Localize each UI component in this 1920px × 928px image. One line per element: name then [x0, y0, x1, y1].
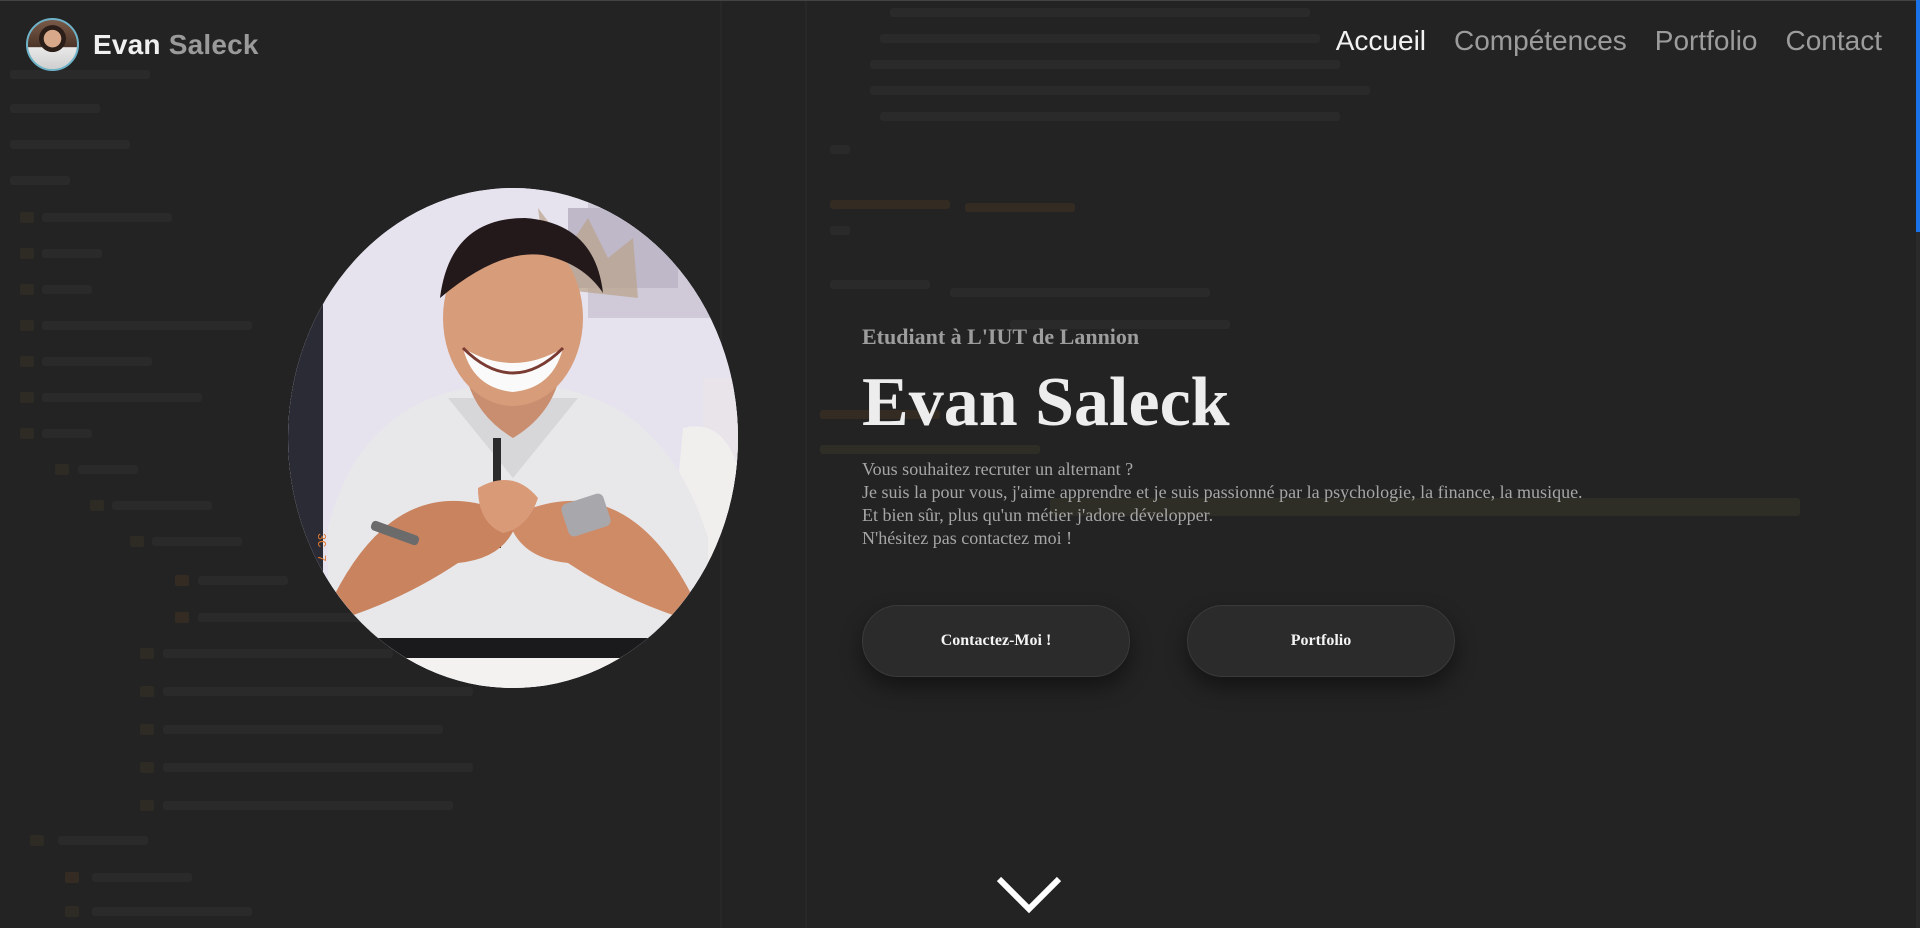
portfolio-button[interactable]: Portfolio — [1187, 605, 1455, 677]
avatar — [26, 18, 79, 71]
contact-me-button[interactable]: Contactez-Moi ! — [862, 605, 1130, 677]
navbar: Evan Saleck Accueil Compétences Portfolio… — [0, 0, 1920, 84]
hero-intro: Vous souhaitez recruter un alternant ? J… — [862, 458, 1822, 550]
hero-subtitle: Etudiant à L'IUT de Lannion — [862, 324, 1140, 349]
nav-link-accueil[interactable]: Accueil — [1336, 25, 1426, 57]
nav-link-portfolio[interactable]: Portfolio — [1655, 25, 1758, 57]
profile-photo: 3C 7 — [288, 188, 738, 688]
intro-line: N'hésitez pas contactez moi ! — [862, 528, 1073, 548]
profile-photo-illustration: 3C 7 — [288, 188, 738, 688]
nav-link-competences[interactable]: Compétences — [1454, 25, 1627, 57]
nav-link-contact[interactable]: Contact — [1786, 25, 1883, 57]
chevron-down-icon[interactable] — [995, 875, 1063, 922]
brand-name: Evan Saleck — [93, 29, 259, 61]
nav-links: Accueil Compétences Portfolio Contact — [1336, 25, 1882, 57]
intro-line: Et bien sûr, plus qu'un métier j'adore d… — [862, 505, 1214, 525]
intro-line: Je suis la pour vous, j'aime apprendre e… — [862, 482, 1583, 502]
intro-line: Vous souhaitez recruter un alternant ? — [862, 459, 1134, 479]
svg-text:3C 7: 3C 7 — [314, 533, 328, 562]
hero-text: Etudiant à L'IUT de Lannion Evan Saleck … — [862, 324, 1822, 550]
brand-last-name: Saleck — [168, 28, 259, 60]
scrollbar-thumb[interactable] — [1916, 0, 1920, 232]
brand[interactable]: Evan Saleck — [26, 18, 259, 71]
hero-title: Evan Saleck — [862, 364, 1230, 441]
brand-first-name: Evan — [93, 28, 161, 60]
